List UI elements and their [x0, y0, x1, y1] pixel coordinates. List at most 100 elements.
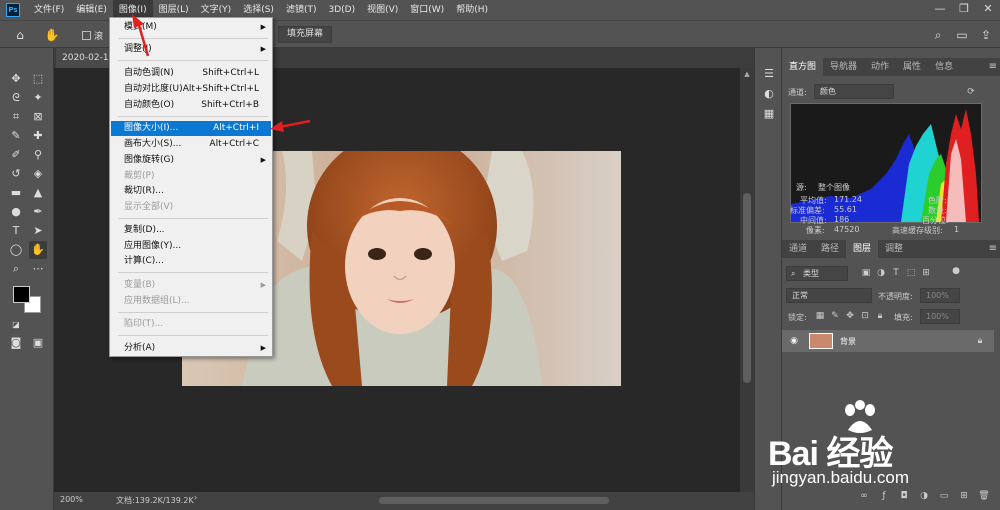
menu-analysis[interactable]: 分析(A) ▶ — [111, 341, 271, 356]
marquee-tool-icon[interactable]: ⬚ — [29, 70, 47, 88]
swatches-panel-icon[interactable]: ▦ — [761, 106, 777, 122]
menu-canvas-size[interactable]: 画布大小(S)... Alt+Ctrl+C — [111, 137, 271, 152]
gradient-tool-icon[interactable]: ▬ — [7, 184, 25, 202]
tab-adjustments[interactable]: 调整 — [878, 240, 910, 258]
opacity-input[interactable]: 100% — [920, 288, 960, 303]
stamp-tool-icon[interactable]: ⚲ — [29, 146, 47, 164]
status-arrow-icon[interactable]: › — [194, 493, 197, 502]
fill-screen-button[interactable]: 填充屏幕 — [278, 26, 333, 43]
screen-mode-icon[interactable]: ▣ — [29, 334, 47, 352]
hand-tool-icon[interactable]: ✋ — [44, 27, 60, 43]
document-tab[interactable]: 2020-02-13 — [56, 48, 110, 68]
tab-layers[interactable]: 图层 — [846, 240, 879, 258]
tab-actions[interactable]: 动作 — [864, 58, 896, 76]
lock-position-icon[interactable]: ✥ — [844, 310, 856, 322]
menu-apply-image[interactable]: 应用图像(Y)... — [111, 239, 271, 254]
tab-channels[interactable]: 通道 — [782, 240, 814, 258]
menu-edit[interactable]: 编辑(E) — [70, 0, 113, 20]
eraser-tool-icon[interactable]: ◈ — [29, 165, 47, 183]
filter-toggle-icon[interactable]: ● — [950, 265, 962, 277]
color-panel-icon[interactable]: ◐ — [761, 86, 777, 102]
restore-button[interactable]: ❐ — [952, 0, 976, 20]
menu-trim[interactable]: 裁切(R)... — [111, 184, 271, 199]
menu-auto-contrast[interactable]: 自动对比度(U) Alt+Shift+Ctrl+L — [111, 82, 271, 97]
magic-wand-tool-icon[interactable]: ✦ — [29, 89, 47, 107]
refresh-icon[interactable]: ⟳ — [965, 86, 977, 98]
menu-mode[interactable]: 模式(M) ▶ — [111, 20, 271, 35]
zoom-level[interactable]: 200% — [60, 495, 83, 504]
layer-filter-select[interactable]: ⌕ 类型 — [786, 266, 848, 281]
frame-tool-icon[interactable]: ⊠ — [29, 108, 47, 126]
menu-auto-tone[interactable]: 自动色调(N) Shift+Ctrl+L — [111, 66, 271, 81]
search-icon[interactable]: ⌕ — [930, 27, 946, 43]
vertical-scroll-thumb[interactable] — [743, 193, 751, 383]
menu-adjustments[interactable]: 调整(J) ▶ — [111, 42, 271, 57]
layer-lock-icon: 🔒︎ — [977, 336, 983, 346]
blend-mode-select[interactable]: 正常 — [786, 288, 872, 303]
history-brush-tool-icon[interactable]: ↺ — [7, 165, 25, 183]
tab-histogram[interactable]: 直方图 — [782, 58, 824, 76]
home-icon[interactable]: ⌂ — [12, 27, 28, 43]
workspace-icon[interactable]: ▭ — [954, 27, 970, 43]
menu-duplicate[interactable]: 复制(D)... — [111, 223, 271, 238]
more-tools-icon[interactable]: ⋯ — [29, 260, 47, 278]
layer-row-background[interactable]: ◉ 背景 🔒︎ — [782, 330, 994, 352]
layer-name[interactable]: 背景 — [840, 336, 856, 347]
blur-tool-icon[interactable]: ▲ — [29, 184, 47, 202]
menu-auto-color[interactable]: 自动颜色(O) Shift+Ctrl+B — [111, 98, 271, 113]
healing-brush-tool-icon[interactable]: ✚ — [29, 127, 47, 145]
share-icon[interactable]: ⇪ — [978, 27, 994, 43]
fill-input[interactable]: 100% — [920, 309, 960, 324]
menu-file[interactable]: 文件(F) — [28, 0, 70, 20]
layers-panel-menu-icon[interactable]: ≡ — [989, 240, 997, 258]
move-tool-icon[interactable]: ✥ — [7, 70, 25, 88]
default-colors-icon[interactable]: ◪ — [7, 316, 25, 334]
tab-info[interactable]: 信息 — [928, 58, 960, 76]
lasso-tool-icon[interactable]: ᘓ — [7, 89, 25, 107]
menu-view[interactable]: 视图(V) — [361, 0, 404, 20]
visibility-eye-icon[interactable]: ◉ — [788, 335, 800, 347]
dodge-tool-icon[interactable]: ● — [7, 203, 25, 221]
menu-help[interactable]: 帮助(H) — [450, 0, 494, 20]
vertical-scrollbar[interactable]: ▲ — [740, 68, 754, 492]
menu-3d[interactable]: 3D(D) — [322, 0, 361, 20]
cache-level-value: 1 — [954, 225, 960, 234]
zoom-tool-icon[interactable]: ⌕ — [7, 260, 25, 278]
tab-navigator[interactable]: 导航器 — [823, 58, 864, 76]
scroll-all-windows-checkbox[interactable] — [82, 31, 91, 40]
close-button[interactable]: ✕ — [976, 0, 1000, 20]
lock-transparent-icon[interactable]: ▦ — [814, 310, 826, 322]
lock-all-icon[interactable]: 🔒︎ — [874, 310, 886, 322]
tab-paths[interactable]: 路径 — [814, 240, 846, 258]
history-panel-icon[interactable]: ☰ — [761, 66, 777, 82]
pen-tool-icon[interactable]: ✒ — [29, 203, 47, 221]
filter-smart-object-icon[interactable]: ⊞ — [920, 267, 932, 279]
brush-tool-icon[interactable]: ✐ — [7, 146, 25, 164]
foreground-color-swatch[interactable] — [13, 286, 30, 303]
horizontal-scroll-thumb[interactable] — [379, 497, 609, 504]
menu-image-rotation[interactable]: 图像旋转(G) ▶ — [111, 153, 271, 168]
filter-type-icon[interactable]: T — [890, 267, 902, 279]
filter-shape-icon[interactable]: ⬚ — [905, 267, 917, 279]
source-value[interactable]: 整个图像 — [818, 182, 850, 193]
scroll-up-arrow-icon[interactable]: ▲ — [740, 68, 754, 80]
hand-tool-icon[interactable]: ✋ — [29, 241, 47, 259]
crop-tool-icon[interactable]: ⌗ — [7, 108, 25, 126]
filter-pixel-icon[interactable]: ▣ — [860, 267, 872, 279]
menu-filter[interactable]: 滤镜(T) — [280, 0, 323, 20]
channel-select[interactable]: 颜色 — [814, 84, 894, 99]
lock-pixels-icon[interactable]: ✎ — [829, 310, 841, 322]
menu-image-size[interactable]: 图像大小(I)... Alt+Ctrl+I — [111, 121, 271, 136]
menu-calculations[interactable]: 计算(C)... — [111, 254, 271, 269]
panel-menu-icon[interactable]: ≡ — [989, 58, 997, 76]
tab-properties[interactable]: 属性 — [896, 58, 928, 76]
lock-artboard-icon[interactable]: ⊡ — [859, 310, 871, 322]
quick-mask-icon[interactable]: ◙ — [7, 334, 25, 352]
ellipse-tool-icon[interactable]: ◯ — [7, 241, 25, 259]
path-selection-tool-icon[interactable]: ➤ — [29, 222, 47, 240]
eyedropper-tool-icon[interactable]: ✎ — [7, 127, 25, 145]
minimize-button[interactable]: — — [928, 0, 952, 20]
type-tool-icon[interactable]: T — [7, 222, 25, 240]
menu-window[interactable]: 窗口(W) — [404, 0, 450, 20]
filter-adjust-icon[interactable]: ◑ — [875, 267, 887, 279]
